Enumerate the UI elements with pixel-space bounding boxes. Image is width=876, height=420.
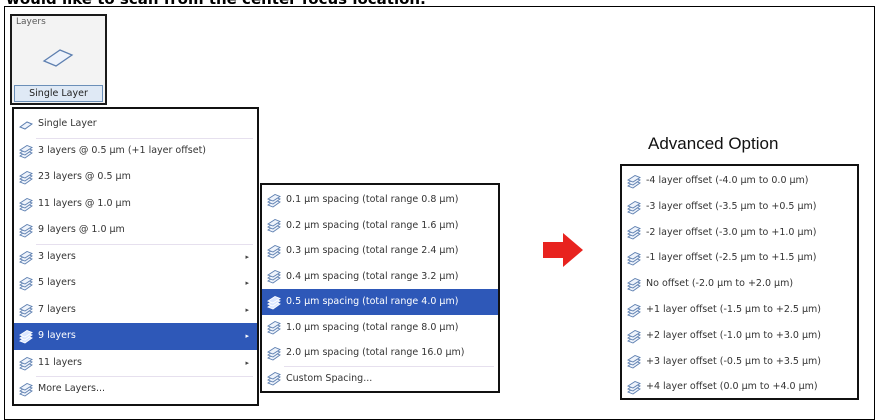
- menu-item-label: +2 layer offset (-1.0 µm to +3.0 µm): [646, 329, 822, 341]
- submenu-arrow-icon: ▸: [245, 358, 249, 367]
- menu-item-label: 9 layers @ 1.0 µm: [38, 224, 125, 235]
- layer-stack-icon: [19, 223, 33, 238]
- layer-stack-icon: [627, 225, 641, 240]
- layers-menu-item-8[interactable]: 9 layers ▸: [14, 323, 257, 350]
- advanced-offset-menu: -4 layer offset (-4.0 µm to 0.0 µm) -3 la…: [620, 164, 859, 400]
- menu-item-label: 9 layers: [38, 330, 76, 341]
- layers-menu-item-1[interactable]: 3 layers @ 0.5 µm (+1 layer offset): [14, 138, 257, 165]
- single-layer-icon: [18, 117, 34, 131]
- offset-menu-item-0[interactable]: -4 layer offset (-4.0 µm to 0.0 µm): [622, 168, 857, 194]
- menu-item-label: 0.4 µm spacing (total range 3.2 µm): [286, 270, 459, 282]
- menu-item-label: +1 layer offset (-1.5 µm to +2.5 µm): [646, 304, 822, 315]
- offset-menu-item-1[interactable]: -3 layer offset (-3.5 µm to +0.5 µm): [622, 194, 857, 220]
- spacing-menu-item-3[interactable]: 0.4 µm spacing (total range 3.2 µm): [262, 264, 498, 290]
- layers-menu-item-6[interactable]: 5 layers ▸: [14, 270, 257, 297]
- layer-stack-icon: [267, 346, 281, 361]
- layer-stack-icon: [19, 356, 33, 371]
- advanced-option-title: Advanced Option: [648, 134, 779, 153]
- layer-stack-icon: [267, 371, 281, 386]
- spacing-submenu: 0.1 µm spacing (total range 0.8 µm) 0.2 µ…: [260, 183, 500, 393]
- menu-item-label: 5 layers: [38, 277, 76, 288]
- menu-item-label: 0.1 µm spacing (total range 0.8 µm): [286, 194, 459, 205]
- single-layer-button[interactable]: Single Layer: [14, 85, 103, 102]
- spacing-menu-item-4[interactable]: 0.5 µm spacing (total range 4.0 µm): [262, 289, 498, 315]
- menu-item-label: 2.0 µm spacing (total range 16.0 µm): [286, 347, 465, 358]
- layer-stack-icon: [627, 251, 641, 266]
- menu-item-label: 11 layers: [38, 356, 82, 368]
- menu-item-label: No offset (-2.0 µm to +2.0 µm): [646, 278, 794, 290]
- menu-item-label: 7 layers: [38, 303, 76, 315]
- layer-stack-icon: [267, 320, 281, 335]
- submenu-arrow-icon: ▸: [245, 305, 249, 314]
- single-layer-large-icon: [42, 49, 74, 67]
- layers-menu-item-5[interactable]: 3 layers ▸: [14, 244, 257, 271]
- menu-item-label: 3 layers @ 0.5 µm (+1 layer offset): [38, 144, 206, 156]
- layer-stack-icon: [267, 244, 281, 259]
- offset-menu-item-5[interactable]: +1 layer offset (-1.5 µm to +2.5 µm): [622, 297, 857, 323]
- menu-item-label: -1 layer offset (-2.5 µm to +1.5 µm): [646, 252, 817, 264]
- layer-stack-icon: [627, 354, 641, 369]
- menu-item-label: 1.0 µm spacing (total range 8.0 µm): [286, 321, 459, 333]
- layer-stack-icon: [627, 329, 641, 344]
- layer-stack-icon: [627, 174, 641, 189]
- layer-stack-icon: [19, 197, 33, 212]
- layer-stack-icon: [19, 276, 33, 291]
- layer-stack-icon: [267, 295, 281, 310]
- menu-item-label: 0.3 µm spacing (total range 2.4 µm): [286, 245, 459, 256]
- right-arrow-icon: [543, 233, 583, 267]
- menu-item-label: +4 layer offset (0.0 µm to +4.0 µm): [646, 381, 818, 393]
- menu-item-label: -3 layer offset (-3.5 µm to +0.5 µm): [646, 200, 817, 212]
- layers-menu-item-4[interactable]: 9 layers @ 1.0 µm: [14, 217, 257, 244]
- layer-stack-icon: [19, 382, 33, 397]
- menu-item-label: 11 layers @ 1.0 µm: [38, 197, 131, 209]
- menu-item-label: 23 layers @ 0.5 µm: [38, 171, 131, 182]
- menu-item-label: 0.2 µm spacing (total range 1.6 µm): [286, 219, 459, 231]
- spacing-menu-item-5[interactable]: 1.0 µm spacing (total range 8.0 µm): [262, 315, 498, 341]
- menu-item-label: Single Layer: [38, 118, 97, 129]
- layer-stack-icon: [627, 303, 641, 318]
- menu-item-label: Custom Spacing...: [286, 372, 373, 384]
- layers-menu-item-10[interactable]: More Layers...: [14, 376, 257, 403]
- submenu-arrow-icon: ▸: [245, 252, 249, 261]
- spacing-menu-item-0[interactable]: 0.1 µm spacing (total range 0.8 µm): [262, 187, 498, 213]
- layers-menu-item-3[interactable]: 11 layers @ 1.0 µm: [14, 191, 257, 218]
- layer-stack-icon: [627, 380, 641, 395]
- layer-stack-icon: [19, 250, 33, 265]
- offset-menu-item-8[interactable]: +4 layer offset (0.0 µm to +4.0 µm): [622, 374, 857, 400]
- layer-stack-icon: [19, 303, 33, 318]
- layers-menu-item-0[interactable]: Single Layer: [14, 111, 257, 138]
- layer-stack-icon: [19, 170, 33, 185]
- layer-stack-icon: [19, 329, 33, 344]
- layer-stack-icon: [267, 218, 281, 233]
- menu-item-label: 3 layers: [38, 250, 76, 262]
- layer-stack-icon: [267, 193, 281, 208]
- menu-item-label: 0.5 µm spacing (total range 4.0 µm): [286, 296, 459, 307]
- offset-menu-item-2[interactable]: -2 layer offset (-3.0 µm to +1.0 µm): [622, 220, 857, 246]
- layer-stack-icon: [627, 200, 641, 215]
- layer-stack-icon: [19, 144, 33, 159]
- layers-ribbon-group: Layers Single Layer: [10, 14, 107, 105]
- offset-menu-item-7[interactable]: +3 layer offset (-0.5 µm to +3.5 µm): [622, 349, 857, 375]
- submenu-arrow-icon: ▸: [245, 279, 249, 287]
- menu-item-label: -2 layer offset (-3.0 µm to +1.0 µm): [646, 226, 817, 238]
- spacing-menu-item-2[interactable]: 0.3 µm spacing (total range 2.4 µm): [262, 238, 498, 264]
- layers-menu-item-7[interactable]: 7 layers ▸: [14, 297, 257, 324]
- spacing-menu-item-7[interactable]: Custom Spacing...: [262, 366, 498, 392]
- layers-menu-item-9[interactable]: 11 layers ▸: [14, 350, 257, 377]
- layers-dropdown-menu: Single Layer 3 layers @ 0.5 µm (+1 layer …: [12, 107, 259, 406]
- menu-item-label: +3 layer offset (-0.5 µm to +3.5 µm): [646, 355, 822, 367]
- submenu-arrow-icon: ▸: [245, 332, 249, 340]
- menu-item-label: -4 layer offset (-4.0 µm to 0.0 µm): [646, 175, 809, 186]
- layer-stack-icon: [627, 277, 641, 292]
- layers-group-title: Layers: [16, 17, 46, 27]
- offset-menu-item-3[interactable]: -1 layer offset (-2.5 µm to +1.5 µm): [622, 245, 857, 271]
- layer-stack-icon: [267, 269, 281, 284]
- menu-item-label: More Layers...: [38, 383, 106, 394]
- spacing-menu-item-6[interactable]: 2.0 µm spacing (total range 16.0 µm): [262, 340, 498, 366]
- offset-menu-item-6[interactable]: +2 layer offset (-1.0 µm to +3.0 µm): [622, 323, 857, 349]
- layers-menu-item-2[interactable]: 23 layers @ 0.5 µm: [14, 164, 257, 191]
- spacing-menu-item-1[interactable]: 0.2 µm spacing (total range 1.6 µm): [262, 213, 498, 239]
- offset-menu-item-4[interactable]: No offset (-2.0 µm to +2.0 µm): [622, 271, 857, 297]
